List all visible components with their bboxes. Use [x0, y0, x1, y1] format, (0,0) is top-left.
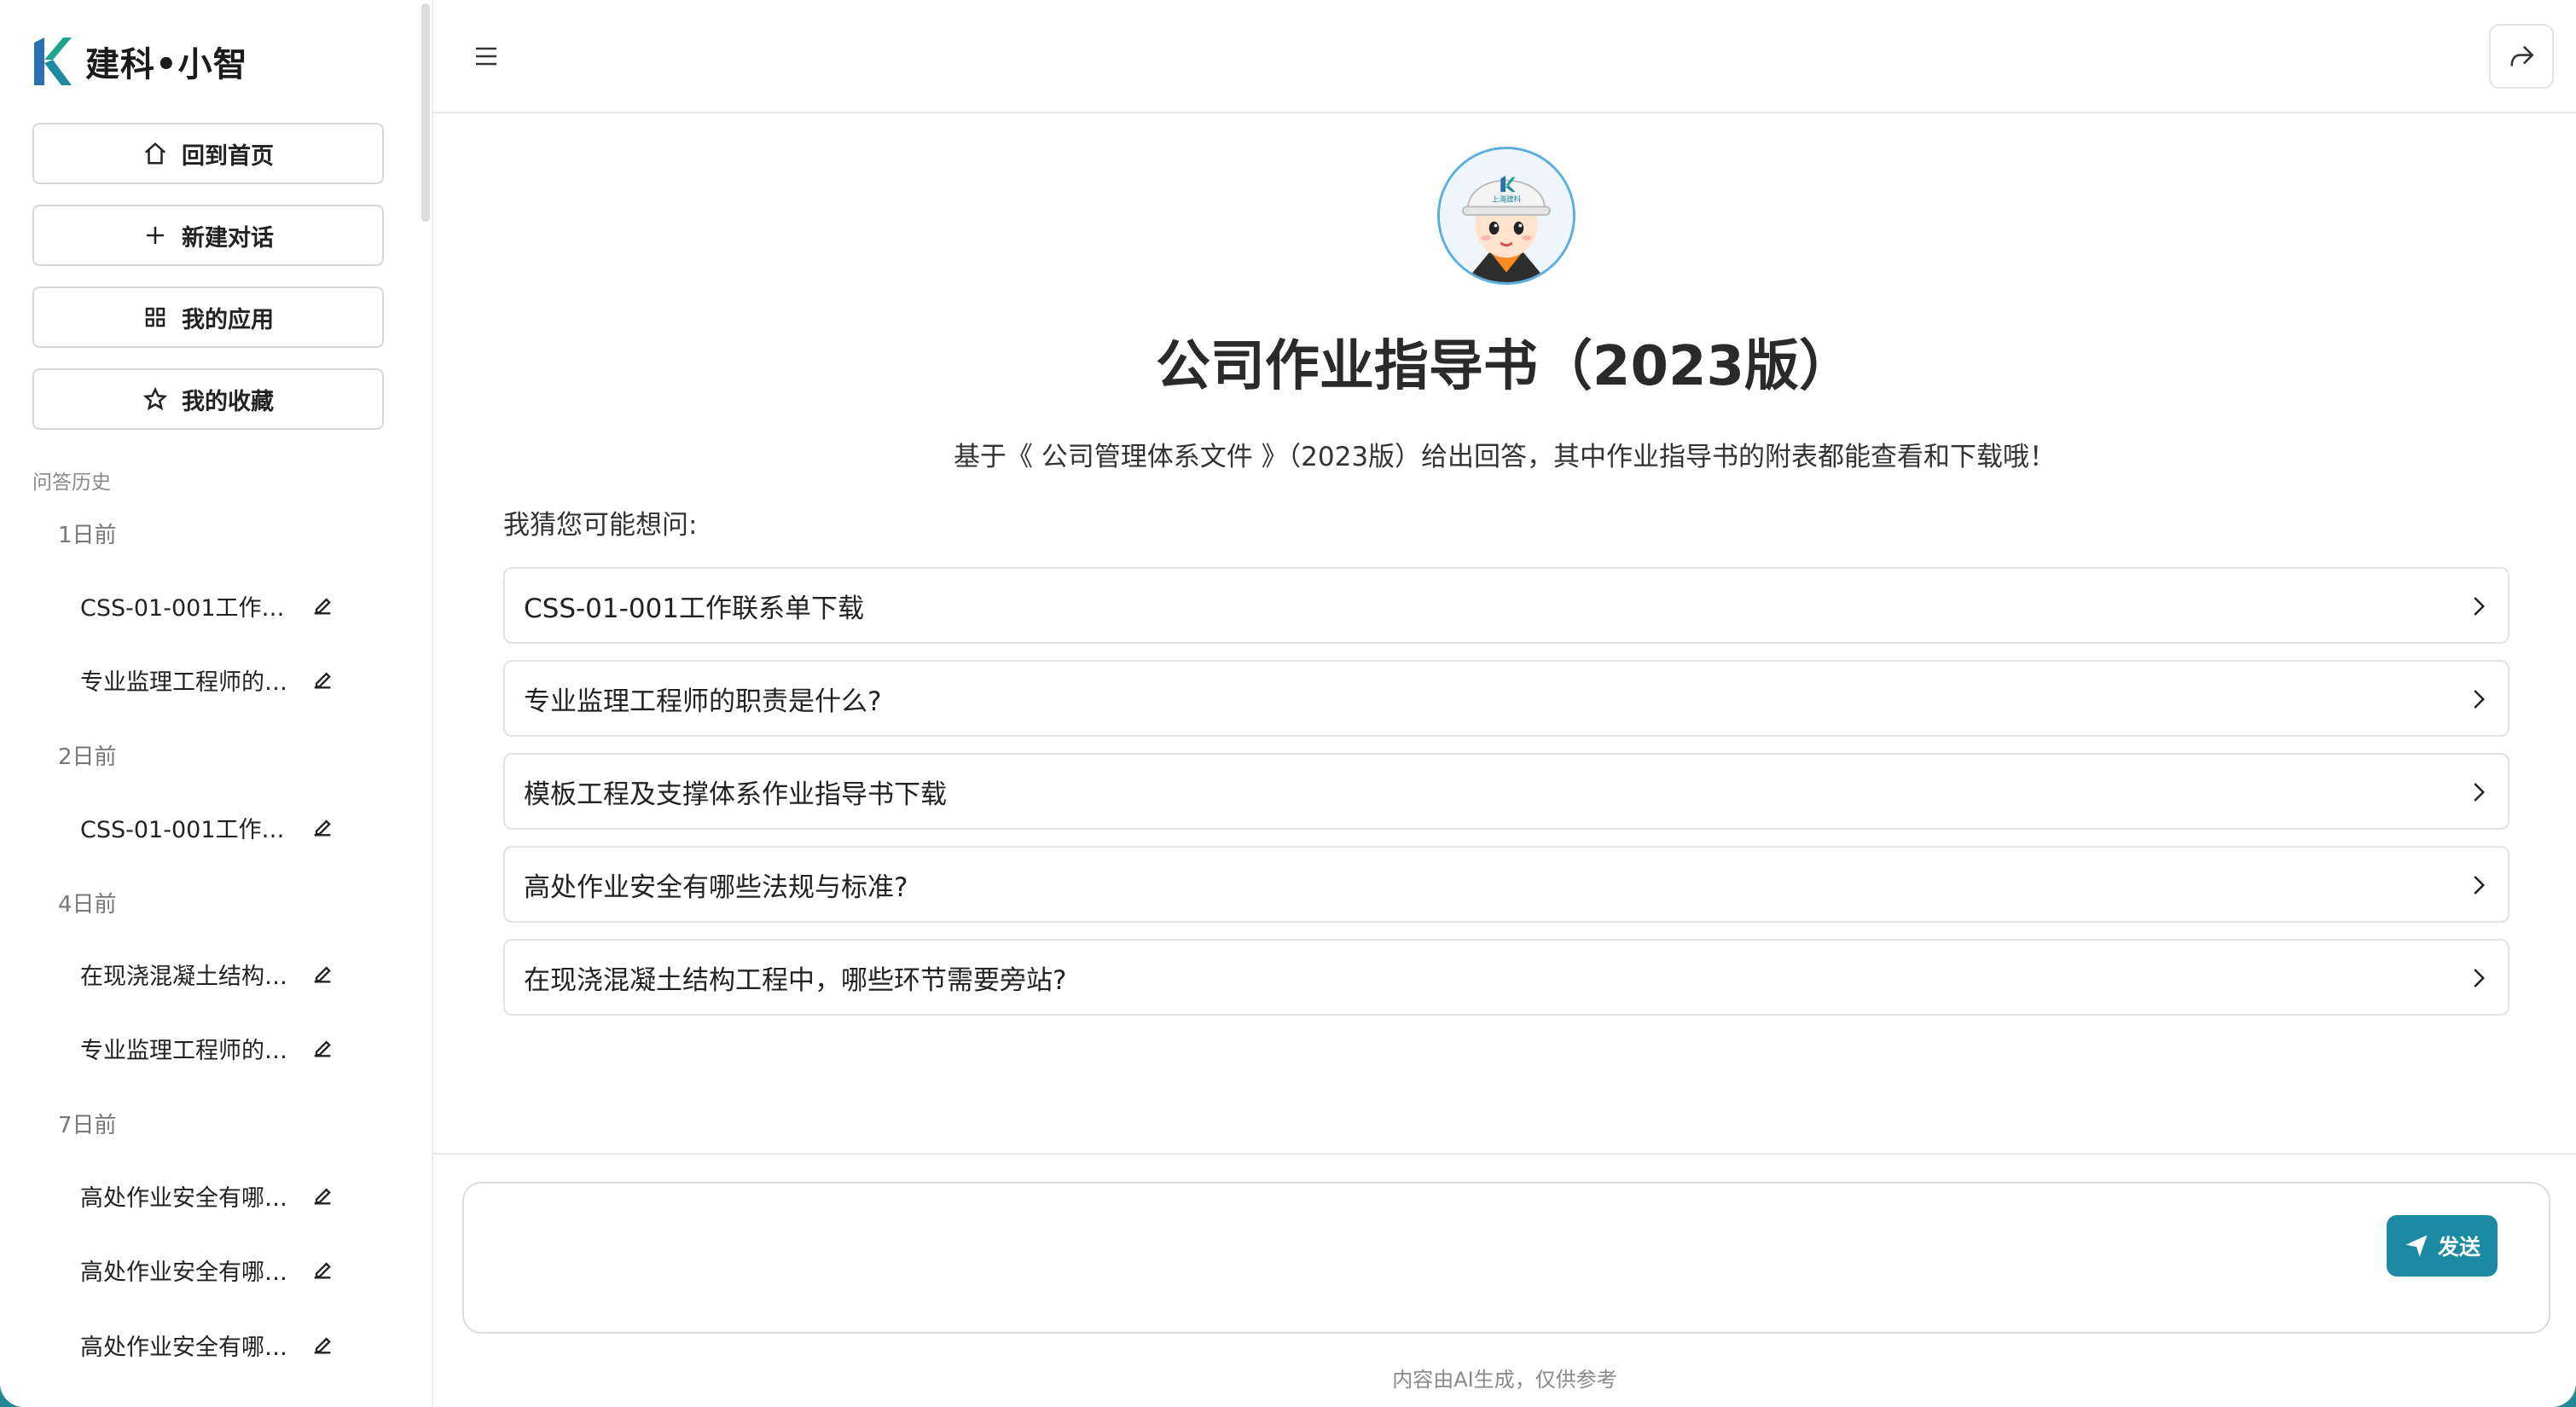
disclaimer-text: 内容由AI生成，仅供参考: [1392, 1368, 1617, 1392]
chevron-right-icon: [2474, 783, 2486, 802]
edit-icon[interactable]: [310, 1184, 334, 1207]
page-subtitle: 基于《 公司管理体系文件 》（2023版）给出回答，其中作业指导书的附表都能查看…: [953, 442, 2057, 472]
home-button[interactable]: 回到首页: [32, 123, 384, 184]
menu-icon[interactable]: [471, 41, 502, 72]
history-item[interactable]: 在现浇混凝土结构…: [80, 957, 353, 991]
history-title: 问答历史: [32, 472, 111, 494]
edit-icon[interactable]: [310, 815, 334, 839]
history-group-label: 4日前: [58, 892, 117, 918]
history-item[interactable]: 专业监理工程师的…: [80, 663, 353, 697]
message-input[interactable]: [462, 1182, 2550, 1334]
edit-icon[interactable]: [310, 668, 334, 692]
suggestion-item[interactable]: 在现浇混凝土结构工程中，哪些环节需要旁站?: [503, 939, 2509, 1016]
edit-icon[interactable]: [310, 593, 334, 617]
edit-icon[interactable]: [310, 1333, 334, 1357]
history-item[interactable]: CSS-01-001工作…: [80, 810, 353, 844]
edit-icon[interactable]: [310, 1258, 334, 1282]
share-button[interactable]: [2489, 24, 2554, 89]
suggestion-item[interactable]: 专业监理工程师的职责是什么?: [503, 660, 2509, 737]
brand-logo: 建科•小智: [31, 34, 248, 89]
suggestions-label: 我猜您可能想问:: [503, 510, 698, 541]
chevron-right-icon: [2474, 597, 2486, 616]
chevron-right-icon: [2474, 969, 2486, 987]
share-icon: [2510, 45, 2534, 67]
history-group-label: 7日前: [58, 1113, 117, 1138]
history-item[interactable]: 高处作业安全有哪…: [80, 1328, 353, 1362]
history-item[interactable]: CSS-01-001工作…: [80, 588, 353, 622]
suggestion-item[interactable]: 模板工程及支撑体系作业指导书下载: [503, 753, 2509, 830]
history-item[interactable]: 高处作业安全有哪…: [80, 1253, 353, 1287]
send-icon: [2405, 1235, 2428, 1257]
sidebar: 建科•小智 回到首页 新建对话 我的应用 我的收藏 问答历史 1日前 CSS-0…: [0, 0, 433, 1407]
brand-name: 建科•小智: [85, 45, 248, 84]
history-item[interactable]: 专业监理工程师的…: [80, 1031, 353, 1065]
logo-icon: [34, 38, 72, 85]
edit-icon[interactable]: [310, 962, 334, 986]
suggestion-item[interactable]: CSS-01-001工作联系单下载: [503, 567, 2509, 644]
new-chat-button[interactable]: 新建对话: [32, 205, 384, 266]
mascot-image: 上海建科: [1440, 149, 1573, 282]
assistant-avatar: 上海建科: [1437, 147, 1575, 285]
mascot-badge-text: 上海建科: [1492, 194, 1522, 205]
edit-icon[interactable]: [310, 1036, 334, 1060]
plus-icon: [147, 227, 164, 244]
chevron-right-icon: [2474, 876, 2486, 895]
sidebar-scrollbar[interactable]: [421, 3, 430, 222]
chevron-right-icon: [2474, 690, 2486, 709]
home-icon: [144, 142, 166, 165]
page-title: 公司作业指导书（2023版）: [1155, 335, 1854, 398]
app-window: 建科•小智 回到首页 新建对话 我的应用 我的收藏 问答历史 1日前 CSS-0…: [0, 0, 2576, 1407]
suggestion-item[interactable]: 高处作业安全有哪些法规与标准?: [503, 846, 2509, 923]
input-divider: [433, 1153, 2576, 1155]
history-item[interactable]: 高处作业安全有哪…: [80, 1178, 353, 1213]
history-group-label: 2日前: [58, 744, 117, 770]
send-button[interactable]: 发送: [2387, 1215, 2498, 1277]
history-group-label: 1日前: [58, 523, 117, 548]
top-bar: [433, 0, 2576, 113]
